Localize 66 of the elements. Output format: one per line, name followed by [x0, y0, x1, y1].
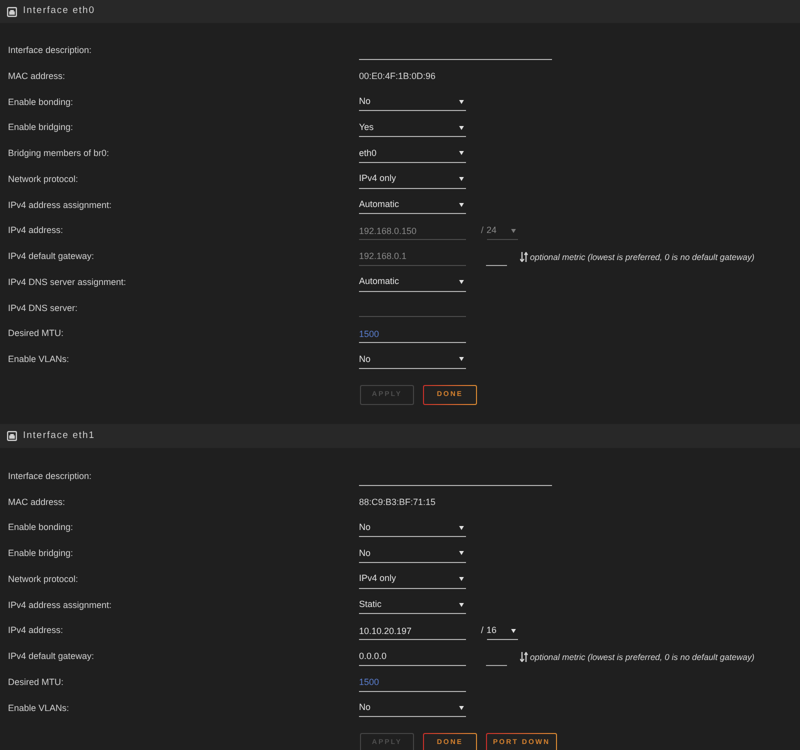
hint-text: optional metric (lowest is preferred, 0 is no default gateway) [530, 250, 754, 264]
field-label: Enable bridging: [8, 121, 74, 134]
hint-text: optional metric (lowest is preferred, 0 is no default gateway) [530, 650, 754, 664]
select-field[interactable]: Yes [359, 119, 466, 138]
section-title: Interface eth0 [23, 4, 96, 18]
select-field[interactable]: No [359, 699, 466, 718]
prefix-separator: / [481, 624, 484, 638]
field-label: IPv4 DNS server assignment: [8, 276, 126, 289]
network-port-icon [7, 430, 17, 441]
field-label: Enable VLANs: [8, 702, 70, 715]
caret-icon [459, 100, 464, 104]
field-label: Enable bonding: [8, 521, 74, 534]
sort-arrows-icon [520, 652, 528, 662]
caret-icon [459, 706, 464, 710]
select-field[interactable]: IPv4 only [359, 170, 466, 189]
field-label: IPv4 default gateway: [8, 650, 94, 664]
select-field[interactable]: 16 [486, 622, 518, 640]
field-label: Enable bonding: [8, 96, 74, 109]
field-label: Enable bridging: [8, 547, 74, 560]
caret-icon [459, 602, 464, 607]
select-field[interactable]: IPv4 only [359, 570, 466, 589]
select-field[interactable]: eth0 [359, 144, 466, 163]
select-field[interactable]: Automatic [359, 274, 466, 292]
field-label: MAC address: [8, 70, 66, 83]
caret-icon [459, 577, 464, 582]
field-label: Interface description: [8, 44, 92, 58]
field-label: Enable VLANs: [8, 353, 70, 366]
field-label: IPv4 address assignment: [8, 198, 112, 212]
caret-icon [459, 177, 464, 182]
caret-icon [459, 551, 464, 556]
select-field[interactable]: No [359, 93, 466, 112]
section-title: Interface eth1 [23, 428, 96, 443]
field-label: IPv4 address: [8, 224, 64, 238]
select-field[interactable]: Static [359, 596, 466, 614]
field-label: Desired MTU: [8, 676, 64, 689]
caret-icon [510, 628, 516, 633]
number-field[interactable]: 1500 [359, 674, 466, 692]
field-label: Network protocol: [8, 172, 78, 186]
caret-icon [459, 202, 464, 207]
network-port-icon [7, 6, 17, 16]
input-field[interactable]: 0.0.0.0 [359, 648, 466, 666]
select-field[interactable]: No [359, 544, 466, 563]
select-field[interactable]: Automatic [359, 196, 466, 214]
caret-icon [459, 526, 464, 530]
field-label: IPv4 address: [8, 624, 64, 638]
caret-icon [510, 228, 516, 233]
field-label: Network protocol: [8, 572, 78, 586]
prefix-separator: / [481, 224, 484, 238]
input-field[interactable]: 10.10.20.197 [359, 622, 466, 640]
field-value: 88:C9:B3:BF:71:15 [359, 496, 436, 509]
caret-icon [459, 357, 464, 362]
field-label: IPv4 DNS server: [8, 302, 78, 315]
field-label: Interface description: [8, 470, 92, 483]
sort-arrows-icon [520, 252, 528, 262]
field-label: Bridging members of br0: [8, 147, 110, 160]
field-value: 00:E0:4F:1B:0D:96 [359, 70, 436, 83]
field-label: IPv4 default gateway: [8, 250, 94, 264]
caret-icon [459, 280, 464, 284]
caret-icon [459, 126, 464, 130]
select-field[interactable]: No [359, 350, 466, 369]
field-label: MAC address: [8, 496, 66, 509]
caret-icon [459, 151, 464, 156]
select-field[interactable]: No [359, 519, 466, 538]
field-label: IPv4 address assignment: [8, 598, 112, 612]
number-field[interactable]: 1500 [359, 325, 466, 344]
field-label: Desired MTU: [8, 327, 64, 340]
